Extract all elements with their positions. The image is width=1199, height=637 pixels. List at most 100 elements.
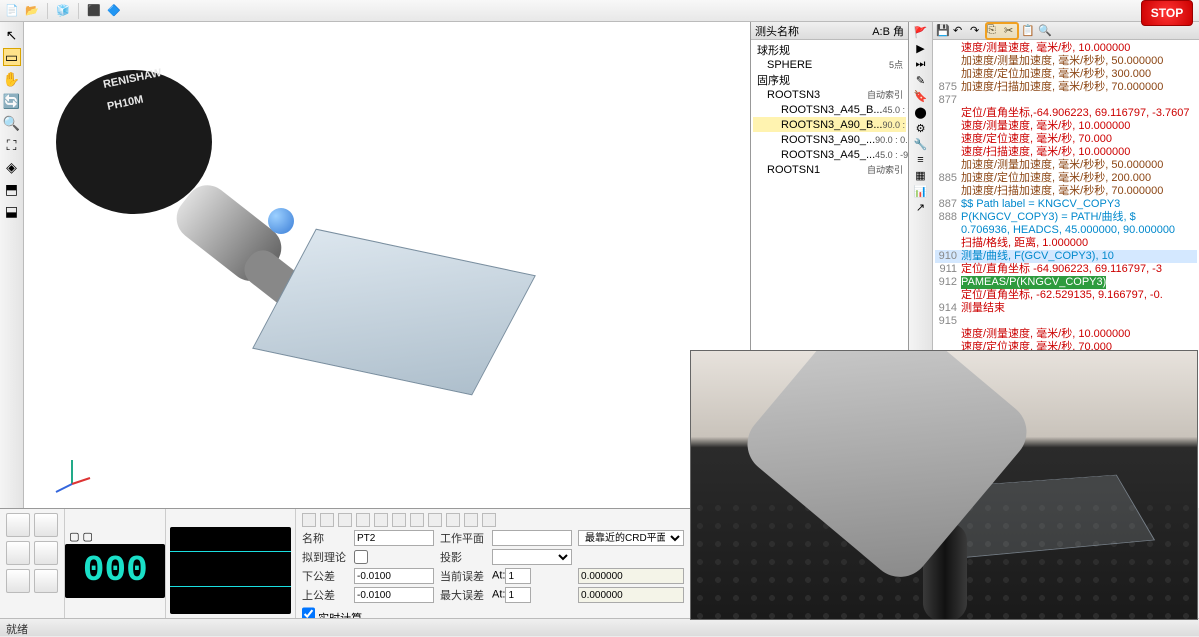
cube-icon[interactable]: 🧊 [55, 3, 71, 19]
step-icon[interactable]: ⏭ [916, 58, 926, 71]
feat-cyl-icon[interactable] [374, 513, 388, 527]
lowertol-label: 下公差 [302, 568, 348, 584]
script-line[interactable]: 速度/测量速度, 毫米/秒, 10.000000 [935, 42, 1197, 55]
script-line[interactable]: 914测量结束 [935, 302, 1197, 315]
script-line[interactable]: 定位/直角坐标, -62.529135, 9.166797, -0. [935, 289, 1197, 302]
bookmark-icon[interactable]: 🔖 [914, 90, 928, 103]
name-input[interactable] [354, 530, 434, 546]
view-toolbar: ↖ ▭ ✋ 🔄 🔍 ⛶ ◈ ⬒ ⬓ [0, 22, 24, 508]
copy-icon[interactable]: ⎘ [987, 24, 1001, 38]
3d-viewport[interactable]: RENISHAW PH10M [24, 22, 751, 508]
feat-more-icon[interactable] [482, 513, 496, 527]
mode2-button[interactable] [34, 513, 58, 537]
select-icon[interactable]: ▭ [3, 48, 21, 66]
mode5-button[interactable] [6, 569, 30, 593]
find-icon[interactable]: 🔍 [1038, 24, 1052, 38]
edit-icon[interactable]: ✎ [916, 74, 925, 87]
script-line[interactable]: 速度/定位速度, 毫米/秒, 70.000 [935, 133, 1197, 146]
cut-icon[interactable]: ✂ [1004, 24, 1018, 38]
view1-icon[interactable]: ⬒ [3, 180, 21, 198]
script-line[interactable]: 888P(KNGCV_COPY3) = PATH/曲线, $ [935, 211, 1197, 224]
tree-item[interactable]: ROOTSN3_A45_B...45.0 : 90.0 [753, 102, 906, 117]
save-icon[interactable]: 💾 [936, 24, 950, 38]
script-tool-icon[interactable]: 🔧 [914, 138, 928, 151]
pointer-icon[interactable]: ↖ [3, 26, 21, 44]
tree-item[interactable]: SPHERE5点 [753, 57, 906, 72]
script-line[interactable]: 加速度/测量加速度, 毫米/秒秒, 50.000000 [935, 159, 1197, 172]
paste-icon[interactable]: 📋 [1021, 24, 1035, 38]
zoom-icon[interactable]: 🔍 [3, 114, 21, 132]
redo-icon[interactable]: ↷ [970, 24, 984, 38]
feat-line-icon[interactable] [320, 513, 334, 527]
script-line[interactable]: 887$$ Path label = KNGCV_COPY3 [935, 198, 1197, 211]
feat-cone-icon[interactable] [392, 513, 406, 527]
at1-input[interactable] [505, 568, 531, 584]
script-line[interactable]: 速度/测量速度, 毫米/秒, 10.000000 [935, 328, 1197, 341]
lowertol-input[interactable] [354, 568, 434, 584]
dev1-display [578, 568, 684, 584]
view2-icon[interactable]: ⬓ [3, 202, 21, 220]
crd-select[interactable]: 最靠近的CRD平面 [578, 530, 684, 546]
script-line[interactable]: 加速度/测量加速度, 毫米/秒秒, 50.000000 [935, 55, 1197, 68]
script-line[interactable]: 877 [935, 94, 1197, 107]
dro-ico1[interactable]: ▢ [69, 530, 79, 543]
run-icon[interactable]: ▶ [916, 42, 924, 55]
script-line[interactable]: 912 PAMEAS/P(KNGCV_COPY3) [935, 276, 1197, 289]
mode6-button[interactable] [34, 569, 58, 593]
mode3-button[interactable] [6, 541, 30, 565]
script-line[interactable]: 扫描/格线, 距离, 1.000000 [935, 237, 1197, 250]
sphere-feature [268, 208, 294, 234]
tool1-icon[interactable]: ⬛ [86, 3, 102, 19]
feat-point-icon[interactable] [302, 513, 316, 527]
workplane-input[interactable] [492, 530, 572, 546]
mode1-button[interactable] [6, 513, 30, 537]
theory-checkbox[interactable] [354, 549, 368, 565]
new-icon[interactable]: 📄 [4, 3, 20, 19]
script-line[interactable]: 0.706936, HEADCS, 45.000000, 90.000000 [935, 224, 1197, 237]
export-icon[interactable]: ↗ [916, 201, 925, 214]
chart-icon[interactable]: 📊 [914, 185, 928, 198]
dro-ico2[interactable]: ▢ [83, 530, 93, 543]
iso-icon[interactable]: ◈ [3, 158, 21, 176]
script-line[interactable]: 加速度/定位加速度, 毫米/秒秒, 300.000 [935, 68, 1197, 81]
tree-item[interactable]: 球形规 [753, 42, 906, 57]
tree-item[interactable]: ROOTSN1自动索引 [753, 162, 906, 177]
tool2-icon[interactable]: 🔷 [106, 3, 122, 19]
open-icon[interactable]: 📂 [24, 3, 40, 19]
feat-curve-icon[interactable] [446, 513, 460, 527]
rotate-icon[interactable]: 🔄 [3, 92, 21, 110]
tree-item[interactable]: ROOTSN3_A90_B...90.0 : 90.0 [753, 117, 906, 132]
mode4-button[interactable] [34, 541, 58, 565]
uppertol-input[interactable] [354, 587, 434, 603]
table-icon[interactable]: ▦ [915, 169, 925, 182]
script-line[interactable]: 速度/扫描速度, 毫米/秒, 10.000000 [935, 146, 1197, 159]
fit-icon[interactable]: ⛶ [3, 136, 21, 154]
script-line[interactable]: 速度/测量速度, 毫米/秒, 10.000000 [935, 120, 1197, 133]
feat-circle-icon[interactable] [338, 513, 352, 527]
script-line[interactable]: 910测量/曲线, F(GCV_COPY3), 10 [935, 250, 1197, 263]
script-line[interactable]: 915 [935, 315, 1197, 328]
script-line[interactable]: 定位/直角坐标,-64.906223, 69.116797, -3.7607 [935, 107, 1197, 120]
pan-icon[interactable]: ✋ [3, 70, 21, 88]
at2-input[interactable] [505, 587, 531, 603]
feat-sphere-icon[interactable] [410, 513, 424, 527]
tree-item[interactable]: ROOTSN3_A45_...45.0 : -90.0 [753, 147, 906, 162]
feat-surf-icon[interactable] [464, 513, 478, 527]
deviation-chart [166, 509, 296, 618]
feat-slot-icon[interactable] [428, 513, 442, 527]
script-line[interactable]: 875加速度/扫描加速度, 毫米/秒秒, 70.000000 [935, 81, 1197, 94]
list-icon[interactable]: ≡ [917, 154, 923, 166]
tree-item[interactable]: 固序规 [753, 72, 906, 87]
break-icon[interactable]: ⬤ [914, 106, 926, 119]
feat-plane-icon[interactable] [356, 513, 370, 527]
stop-button[interactable]: STOP [1141, 0, 1193, 26]
script-line[interactable]: 911 定位/直角坐标 -64.906223, 69.116797, -3 [935, 263, 1197, 276]
flag-icon[interactable]: 🚩 [914, 26, 928, 39]
proj-select[interactable] [492, 549, 572, 565]
undo-icon[interactable]: ↶ [953, 24, 967, 38]
script-line[interactable]: 885加速度/定位加速度, 毫米/秒秒, 200.000 [935, 172, 1197, 185]
script-line[interactable]: 加速度/扫描加速度, 毫米/秒秒, 70.000000 [935, 185, 1197, 198]
tree-item[interactable]: ROOTSN3_A90_...90.0 : 0.0 [753, 132, 906, 147]
tree-item[interactable]: ROOTSN3自动索引 [753, 87, 906, 102]
settings-icon[interactable]: ⚙ [916, 122, 926, 135]
